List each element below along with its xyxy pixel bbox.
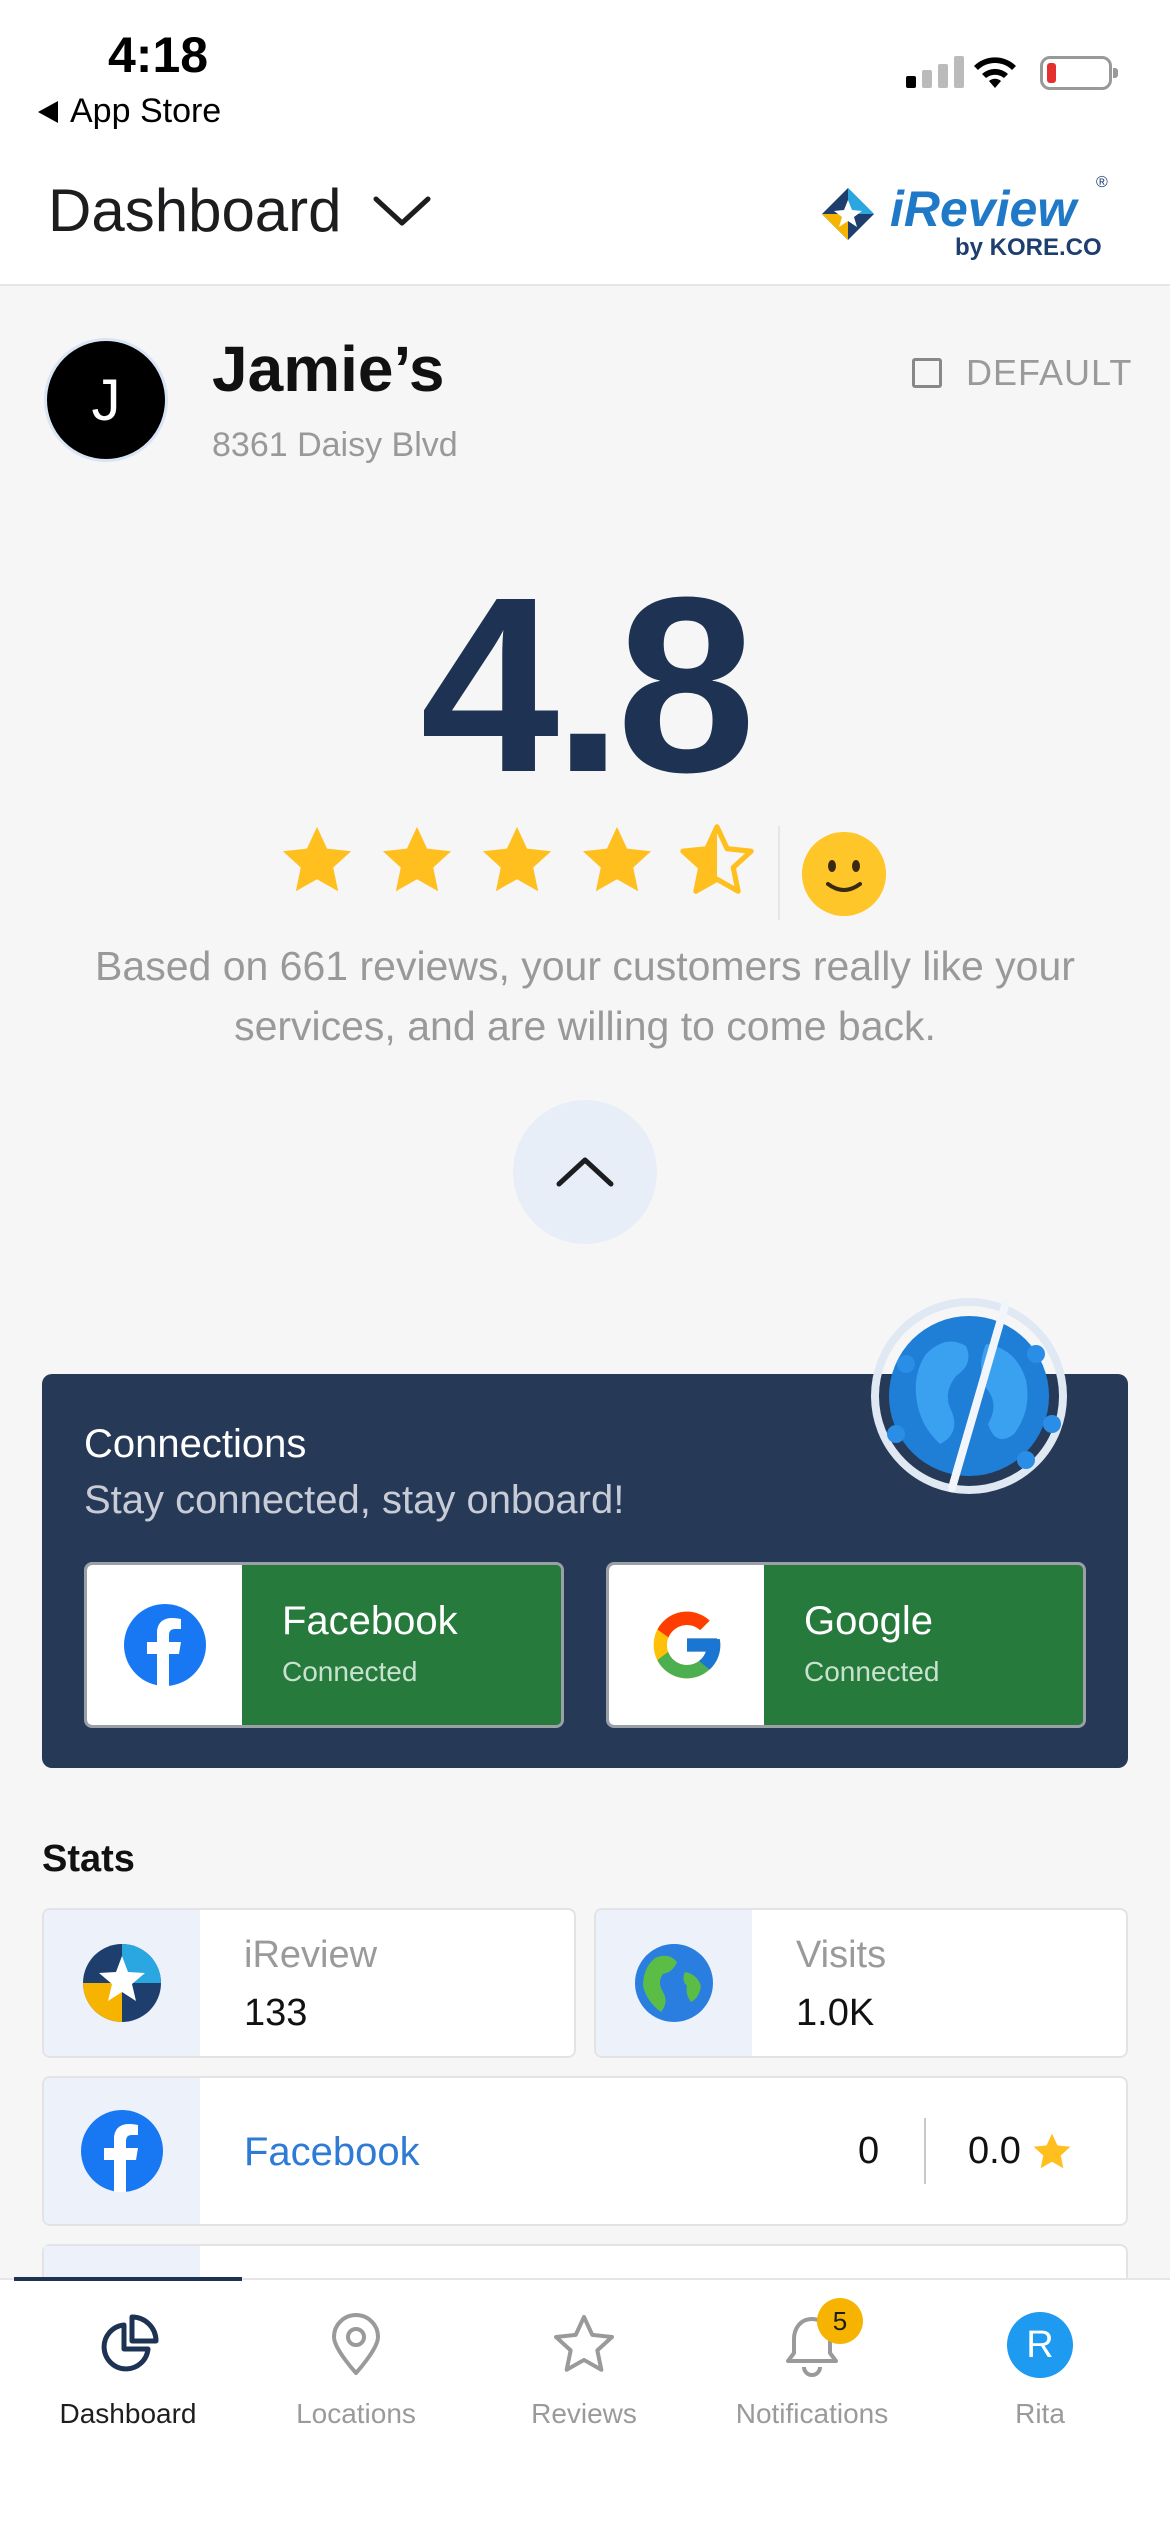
tab-label: Dashboard <box>59 2398 197 2429</box>
stat-label: Visits <box>796 1934 887 1976</box>
connection-status: Connected <box>804 1656 940 1687</box>
globe-network-icon <box>871 1298 1067 1494</box>
stat-card-ireview[interactable]: iReview 133 <box>42 1908 576 2058</box>
facebook-connection-card[interactable]: Facebook Connected <box>84 1562 564 1728</box>
tab-label: Locations <box>296 2398 416 2429</box>
business-address: 8361 Daisy Blvd <box>212 426 458 464</box>
star-filled-icon <box>282 826 352 892</box>
dashboard-selector[interactable]: Dashboard <box>48 176 432 245</box>
brand-name: iReview <box>890 181 1077 237</box>
chevron-down-icon <box>373 196 431 225</box>
ireview-logo: iReview ® by KORE.CO <box>820 172 1120 272</box>
status-bar: 4:18 App Store <box>0 0 1170 150</box>
tab-locations[interactable]: Locations <box>242 2298 470 2448</box>
brand-registered-mark: ® <box>1096 174 1108 191</box>
collapse-button[interactable] <box>513 1100 657 1244</box>
connection-name: Facebook <box>282 1599 458 1643</box>
connections-title: Connections <box>84 1422 307 1466</box>
tab-notifications[interactable]: 5 Notifications <box>698 2298 926 2448</box>
facebook-rating-value: 0.0 <box>968 2130 1021 2172</box>
brand-subtitle: by KORE.CO <box>955 234 1102 261</box>
avatar: R <box>1007 2312 1073 2378</box>
facebook-icon <box>123 1604 206 1686</box>
tab-label: Notifications <box>735 2398 889 2429</box>
stat-label: iReview <box>244 1934 378 1976</box>
star-filled-icon <box>1033 2133 1071 2168</box>
star-filled-icon <box>582 826 652 892</box>
stat-card-facebook[interactable]: Facebook 0 0.0 <box>42 2076 1128 2226</box>
stat-card-visits[interactable]: Visits 1.0K <box>594 1908 1128 2058</box>
tab-label: Reviews <box>531 2398 637 2429</box>
facebook-review-count: 0 <box>858 2130 880 2172</box>
status-time: 4:18 <box>108 27 209 83</box>
tab-dashboard[interactable]: Dashboard <box>14 2298 242 2448</box>
star-filled-icon <box>382 826 452 892</box>
connection-name: Google <box>804 1599 933 1643</box>
pie-chart-icon <box>101 2314 159 2372</box>
cellular-signal-icon <box>906 56 964 88</box>
business-name: Jamie’s <box>212 333 445 405</box>
stats-title: Stats <box>42 1838 135 1880</box>
chevron-up-icon <box>556 1157 614 1187</box>
overall-rating: 4.8 <box>420 545 756 824</box>
rating-description: Based on 661 reviews, your customers rea… <box>95 943 1075 1049</box>
tab-reviews[interactable]: Reviews <box>470 2298 698 2448</box>
active-tab-indicator <box>14 2277 242 2281</box>
google-connection-card[interactable]: Google Connected <box>606 1562 1086 1728</box>
notification-badge: 5 <box>817 2298 863 2344</box>
smiley-face-icon <box>802 832 886 916</box>
back-arrow-icon <box>38 100 58 123</box>
page-title: Dashboard <box>48 177 342 244</box>
bottom-tab-bar: Dashboard Locations Reviews 5 Notificati… <box>0 2277 1170 2532</box>
ireview-logo-icon <box>822 188 874 240</box>
facebook-stat-label[interactable]: Facebook <box>244 2130 420 2175</box>
earth-globe-icon <box>635 1944 713 2022</box>
default-label: DEFAULT <box>966 352 1133 393</box>
connection-status: Connected <box>282 1656 418 1687</box>
star-filled-icon <box>482 826 552 892</box>
facebook-icon <box>81 2110 163 2192</box>
rating-stars <box>278 822 756 900</box>
wifi-icon <box>974 57 1016 88</box>
business-avatar: J <box>44 338 168 462</box>
star-outline-icon <box>554 2315 614 2372</box>
connections-subtitle: Stay connected, stay onboard! <box>84 1478 625 1522</box>
map-pin-icon <box>332 2313 380 2375</box>
star-half-icon <box>680 824 754 894</box>
stat-value: 133 <box>244 1992 308 2034</box>
facebook-rating: 0.0 <box>968 2130 1073 2173</box>
ireview-star-icon <box>83 1944 161 2022</box>
battery-icon <box>1040 56 1118 90</box>
tab-label: Rita <box>1015 2398 1065 2429</box>
google-icon <box>653 1611 720 1679</box>
default-toggle[interactable]: DEFAULT <box>912 352 1132 394</box>
stat-value: 1.0K <box>796 1992 875 2034</box>
tab-profile[interactable]: R Rita <box>926 2298 1154 2448</box>
rating-divider <box>778 826 780 920</box>
back-label: App Store <box>70 92 222 130</box>
default-checkbox[interactable] <box>912 358 942 388</box>
stat-divider <box>924 2118 926 2184</box>
app-header: Dashboard iReview ® by KORE.CO <box>0 150 1170 286</box>
back-to-app-store[interactable]: App Store <box>38 92 221 131</box>
